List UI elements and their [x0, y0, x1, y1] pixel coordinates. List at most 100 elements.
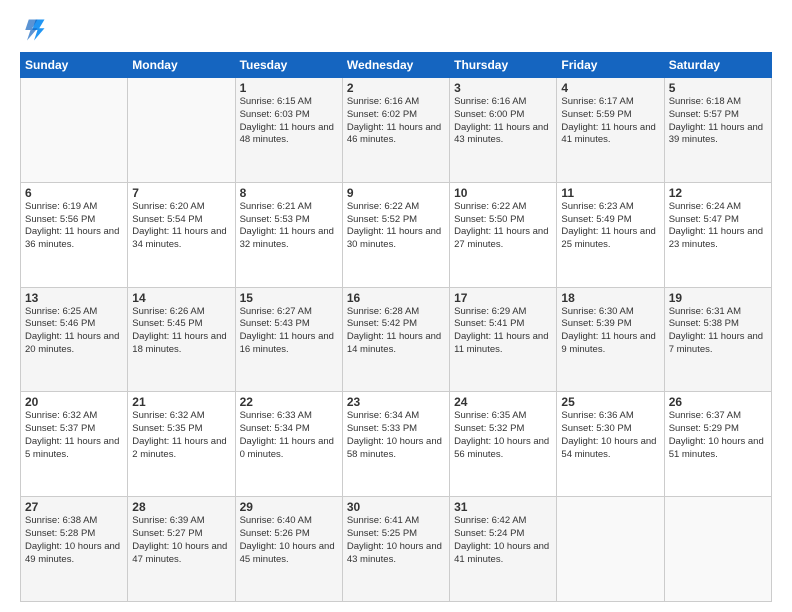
cell-info: Sunrise: 6:16 AM Sunset: 6:00 PM Dayligh… [454, 96, 552, 147]
cell-info: Sunrise: 6:35 AM Sunset: 5:32 PM Dayligh… [454, 410, 552, 461]
day-number: 25 [561, 395, 659, 409]
calendar-cell: 2Sunrise: 6:16 AM Sunset: 6:02 PM Daylig… [342, 78, 449, 183]
page: SundayMondayTuesdayWednesdayThursdayFrid… [0, 0, 792, 612]
calendar-cell: 19Sunrise: 6:31 AM Sunset: 5:38 PM Dayli… [664, 287, 771, 392]
calendar-cell: 15Sunrise: 6:27 AM Sunset: 5:43 PM Dayli… [235, 287, 342, 392]
calendar-cell: 8Sunrise: 6:21 AM Sunset: 5:53 PM Daylig… [235, 182, 342, 287]
day-number: 19 [669, 291, 767, 305]
calendar-week-row: 27Sunrise: 6:38 AM Sunset: 5:28 PM Dayli… [21, 497, 772, 602]
calendar-cell: 9Sunrise: 6:22 AM Sunset: 5:52 PM Daylig… [342, 182, 449, 287]
calendar-cell: 28Sunrise: 6:39 AM Sunset: 5:27 PM Dayli… [128, 497, 235, 602]
calendar-cell: 21Sunrise: 6:32 AM Sunset: 5:35 PM Dayli… [128, 392, 235, 497]
day-number: 31 [454, 500, 552, 514]
calendar-cell: 5Sunrise: 6:18 AM Sunset: 5:57 PM Daylig… [664, 78, 771, 183]
day-header-saturday: Saturday [664, 53, 771, 78]
day-number: 4 [561, 81, 659, 95]
calendar-cell: 11Sunrise: 6:23 AM Sunset: 5:49 PM Dayli… [557, 182, 664, 287]
day-number: 29 [240, 500, 338, 514]
day-number: 12 [669, 186, 767, 200]
day-number: 14 [132, 291, 230, 305]
cell-info: Sunrise: 6:24 AM Sunset: 5:47 PM Dayligh… [669, 201, 767, 252]
day-number: 6 [25, 186, 123, 200]
day-number: 27 [25, 500, 123, 514]
calendar-week-row: 6Sunrise: 6:19 AM Sunset: 5:56 PM Daylig… [21, 182, 772, 287]
day-header-wednesday: Wednesday [342, 53, 449, 78]
calendar-cell: 13Sunrise: 6:25 AM Sunset: 5:46 PM Dayli… [21, 287, 128, 392]
day-number: 26 [669, 395, 767, 409]
cell-info: Sunrise: 6:18 AM Sunset: 5:57 PM Dayligh… [669, 96, 767, 147]
cell-info: Sunrise: 6:36 AM Sunset: 5:30 PM Dayligh… [561, 410, 659, 461]
day-header-sunday: Sunday [21, 53, 128, 78]
day-number: 17 [454, 291, 552, 305]
day-number: 10 [454, 186, 552, 200]
cell-info: Sunrise: 6:25 AM Sunset: 5:46 PM Dayligh… [25, 306, 123, 357]
cell-info: Sunrise: 6:39 AM Sunset: 5:27 PM Dayligh… [132, 515, 230, 566]
calendar-cell: 22Sunrise: 6:33 AM Sunset: 5:34 PM Dayli… [235, 392, 342, 497]
cell-info: Sunrise: 6:30 AM Sunset: 5:39 PM Dayligh… [561, 306, 659, 357]
calendar-cell: 25Sunrise: 6:36 AM Sunset: 5:30 PM Dayli… [557, 392, 664, 497]
calendar-cell: 12Sunrise: 6:24 AM Sunset: 5:47 PM Dayli… [664, 182, 771, 287]
cell-info: Sunrise: 6:22 AM Sunset: 5:52 PM Dayligh… [347, 201, 445, 252]
calendar-week-row: 20Sunrise: 6:32 AM Sunset: 5:37 PM Dayli… [21, 392, 772, 497]
calendar-week-row: 1Sunrise: 6:15 AM Sunset: 6:03 PM Daylig… [21, 78, 772, 183]
day-number: 16 [347, 291, 445, 305]
day-number: 8 [240, 186, 338, 200]
cell-info: Sunrise: 6:28 AM Sunset: 5:42 PM Dayligh… [347, 306, 445, 357]
calendar-cell: 30Sunrise: 6:41 AM Sunset: 5:25 PM Dayli… [342, 497, 449, 602]
calendar-cell: 23Sunrise: 6:34 AM Sunset: 5:33 PM Dayli… [342, 392, 449, 497]
day-number: 23 [347, 395, 445, 409]
calendar-header-row: SundayMondayTuesdayWednesdayThursdayFrid… [21, 53, 772, 78]
day-number: 13 [25, 291, 123, 305]
cell-info: Sunrise: 6:34 AM Sunset: 5:33 PM Dayligh… [347, 410, 445, 461]
calendar-cell: 26Sunrise: 6:37 AM Sunset: 5:29 PM Dayli… [664, 392, 771, 497]
cell-info: Sunrise: 6:17 AM Sunset: 5:59 PM Dayligh… [561, 96, 659, 147]
calendar-table: SundayMondayTuesdayWednesdayThursdayFrid… [20, 52, 772, 602]
day-header-tuesday: Tuesday [235, 53, 342, 78]
calendar-cell: 7Sunrise: 6:20 AM Sunset: 5:54 PM Daylig… [128, 182, 235, 287]
calendar-cell: 6Sunrise: 6:19 AM Sunset: 5:56 PM Daylig… [21, 182, 128, 287]
day-number: 22 [240, 395, 338, 409]
calendar-cell: 1Sunrise: 6:15 AM Sunset: 6:03 PM Daylig… [235, 78, 342, 183]
cell-info: Sunrise: 6:21 AM Sunset: 5:53 PM Dayligh… [240, 201, 338, 252]
header [20, 16, 772, 44]
cell-info: Sunrise: 6:20 AM Sunset: 5:54 PM Dayligh… [132, 201, 230, 252]
calendar-cell [128, 78, 235, 183]
day-number: 30 [347, 500, 445, 514]
calendar-cell [664, 497, 771, 602]
calendar-cell: 4Sunrise: 6:17 AM Sunset: 5:59 PM Daylig… [557, 78, 664, 183]
calendar-cell: 18Sunrise: 6:30 AM Sunset: 5:39 PM Dayli… [557, 287, 664, 392]
day-number: 11 [561, 186, 659, 200]
calendar-cell: 10Sunrise: 6:22 AM Sunset: 5:50 PM Dayli… [450, 182, 557, 287]
cell-info: Sunrise: 6:37 AM Sunset: 5:29 PM Dayligh… [669, 410, 767, 461]
logo-icon [20, 16, 48, 44]
cell-info: Sunrise: 6:38 AM Sunset: 5:28 PM Dayligh… [25, 515, 123, 566]
calendar-cell: 14Sunrise: 6:26 AM Sunset: 5:45 PM Dayli… [128, 287, 235, 392]
calendar-cell: 24Sunrise: 6:35 AM Sunset: 5:32 PM Dayli… [450, 392, 557, 497]
cell-info: Sunrise: 6:40 AM Sunset: 5:26 PM Dayligh… [240, 515, 338, 566]
calendar-cell [21, 78, 128, 183]
day-number: 28 [132, 500, 230, 514]
day-number: 3 [454, 81, 552, 95]
cell-info: Sunrise: 6:42 AM Sunset: 5:24 PM Dayligh… [454, 515, 552, 566]
day-header-friday: Friday [557, 53, 664, 78]
calendar-cell: 16Sunrise: 6:28 AM Sunset: 5:42 PM Dayli… [342, 287, 449, 392]
day-number: 2 [347, 81, 445, 95]
calendar-cell: 31Sunrise: 6:42 AM Sunset: 5:24 PM Dayli… [450, 497, 557, 602]
day-number: 21 [132, 395, 230, 409]
day-header-monday: Monday [128, 53, 235, 78]
calendar-cell: 29Sunrise: 6:40 AM Sunset: 5:26 PM Dayli… [235, 497, 342, 602]
logo [20, 16, 52, 44]
cell-info: Sunrise: 6:16 AM Sunset: 6:02 PM Dayligh… [347, 96, 445, 147]
day-number: 18 [561, 291, 659, 305]
cell-info: Sunrise: 6:26 AM Sunset: 5:45 PM Dayligh… [132, 306, 230, 357]
day-number: 15 [240, 291, 338, 305]
calendar-cell: 20Sunrise: 6:32 AM Sunset: 5:37 PM Dayli… [21, 392, 128, 497]
calendar-cell: 3Sunrise: 6:16 AM Sunset: 6:00 PM Daylig… [450, 78, 557, 183]
cell-info: Sunrise: 6:15 AM Sunset: 6:03 PM Dayligh… [240, 96, 338, 147]
cell-info: Sunrise: 6:31 AM Sunset: 5:38 PM Dayligh… [669, 306, 767, 357]
calendar-week-row: 13Sunrise: 6:25 AM Sunset: 5:46 PM Dayli… [21, 287, 772, 392]
cell-info: Sunrise: 6:32 AM Sunset: 5:35 PM Dayligh… [132, 410, 230, 461]
cell-info: Sunrise: 6:32 AM Sunset: 5:37 PM Dayligh… [25, 410, 123, 461]
day-header-thursday: Thursday [450, 53, 557, 78]
day-number: 20 [25, 395, 123, 409]
